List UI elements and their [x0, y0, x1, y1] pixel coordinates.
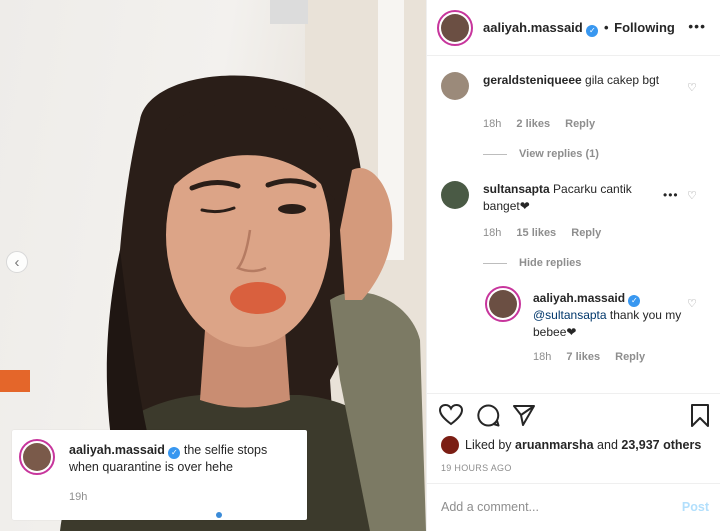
hide-replies-button[interactable]: Hide replies	[483, 257, 581, 269]
liker-avatar[interactable]	[441, 436, 459, 454]
air-conditioner	[270, 0, 308, 24]
comment-likes-count[interactable]: 2 likes	[516, 118, 550, 130]
carousel-indicator	[196, 512, 222, 518]
carousel-dot	[196, 512, 202, 518]
comment-icon[interactable]	[477, 404, 500, 427]
comment-like-icon[interactable]: ♡	[687, 189, 697, 202]
reply-like-icon[interactable]: ♡	[687, 297, 697, 310]
comment-time: 18h	[483, 227, 502, 239]
reply-mention-link[interactable]: @sultansapta	[533, 308, 607, 322]
add-comment-bar: Add a comment... Post	[427, 483, 720, 531]
reply-meta: 18h 7 likes Reply	[533, 351, 657, 363]
replies-divider	[483, 262, 507, 264]
caption-time: 19h	[69, 491, 88, 503]
verified-badge-icon: ✓	[628, 295, 641, 307]
liked-by-and: and	[597, 438, 618, 452]
carousel-dot	[206, 512, 212, 518]
header-separator: •	[603, 20, 609, 35]
comment-text: gila cakep bgt	[585, 73, 660, 87]
commenter-username[interactable]: sultansapta	[483, 182, 550, 196]
commenter-avatar[interactable]	[441, 181, 469, 209]
liked-by-line: Liked by aruanmarsha and 23,937 others	[441, 436, 701, 454]
comment-more-icon[interactable]: •••	[663, 188, 679, 202]
replies-divider	[483, 153, 507, 155]
chevron-left-icon: ‹	[14, 253, 20, 271]
verified-badge-icon: ✓	[586, 25, 599, 37]
author-line: aaliyah.massaid ✓ • Following	[483, 20, 675, 37]
comment-time: 18h	[483, 118, 502, 130]
comment-item: geraldsteniqueee gila cakep bgt ♡ 18h 2 …	[427, 56, 720, 176]
lips	[230, 282, 286, 314]
liked-by-user-link[interactable]: aruanmarsha	[515, 438, 594, 452]
caption-card: aaliyah.massaid ✓ the selfie stops when …	[12, 430, 307, 520]
caption-username[interactable]: aaliyah.massaid	[69, 443, 165, 457]
view-replies-button[interactable]: View replies (1)	[483, 148, 599, 160]
post-header: aaliyah.massaid ✓ • Following •••	[427, 0, 720, 56]
comment-likes-count[interactable]: 15 likes	[516, 227, 556, 239]
orange-object	[0, 370, 30, 392]
post-details-panel: aaliyah.massaid ✓ • Following ••• gerald…	[426, 0, 720, 531]
comment-like-icon[interactable]: ♡	[687, 81, 697, 94]
post-photo[interactable]: ‹ aaliyah.massaid ✓ the selfie stops whe…	[0, 0, 426, 531]
reply-likes-count[interactable]: 7 likes	[566, 351, 600, 363]
previous-image-button[interactable]: ‹	[6, 251, 28, 273]
view-replies-label: View replies (1)	[519, 148, 599, 160]
heart-icon[interactable]	[439, 404, 463, 426]
bookmark-icon[interactable]	[690, 404, 710, 428]
reply-body: aaliyah.massaid ✓ @sultansapta thank you…	[533, 290, 683, 341]
post-actions: Liked by aruanmarsha and 23,937 others 1…	[427, 393, 720, 483]
share-icon[interactable]	[513, 404, 535, 426]
carousel-dot-active	[216, 512, 222, 518]
reply-button[interactable]: Reply	[571, 227, 601, 239]
caption-avatar[interactable]	[19, 439, 55, 475]
more-options-icon[interactable]: •••	[688, 18, 706, 34]
reply-username[interactable]: aaliyah.massaid	[533, 291, 625, 305]
comment-input[interactable]: Add a comment...	[441, 500, 539, 514]
hide-replies-label: Hide replies	[519, 257, 582, 269]
right-eye	[278, 204, 306, 214]
author-avatar[interactable]	[437, 10, 473, 46]
liked-by-others-link[interactable]: 23,937 others	[621, 438, 701, 452]
reply-avatar[interactable]	[485, 286, 521, 322]
reply-button[interactable]: Reply	[565, 118, 595, 130]
posted-timestamp[interactable]: 19 HOURS AGO	[441, 463, 512, 473]
liked-by-prefix: Liked by	[465, 438, 512, 452]
comment-body: geraldsteniqueee gila cakep bgt	[483, 72, 683, 89]
commenter-username[interactable]: geraldsteniqueee	[483, 73, 582, 87]
caption-text-block: aaliyah.massaid ✓ the selfie stops when …	[69, 442, 299, 476]
commenter-avatar[interactable]	[441, 72, 469, 100]
comment-meta: 18h 2 likes Reply	[483, 118, 607, 130]
reply-button[interactable]: Reply	[615, 351, 645, 363]
comment-meta: 18h 15 likes Reply	[483, 227, 613, 239]
author-username[interactable]: aaliyah.massaid	[483, 20, 583, 35]
comment-body: sultansapta Pacarku cantik banget❤	[483, 181, 668, 215]
following-button[interactable]: Following	[614, 20, 675, 35]
comment-item: sultansapta Pacarku cantik banget❤ ••• ♡…	[427, 176, 720, 396]
post-comment-button[interactable]: Post	[682, 500, 709, 514]
verified-badge-icon: ✓	[168, 447, 181, 459]
reply-time: 18h	[533, 351, 552, 363]
